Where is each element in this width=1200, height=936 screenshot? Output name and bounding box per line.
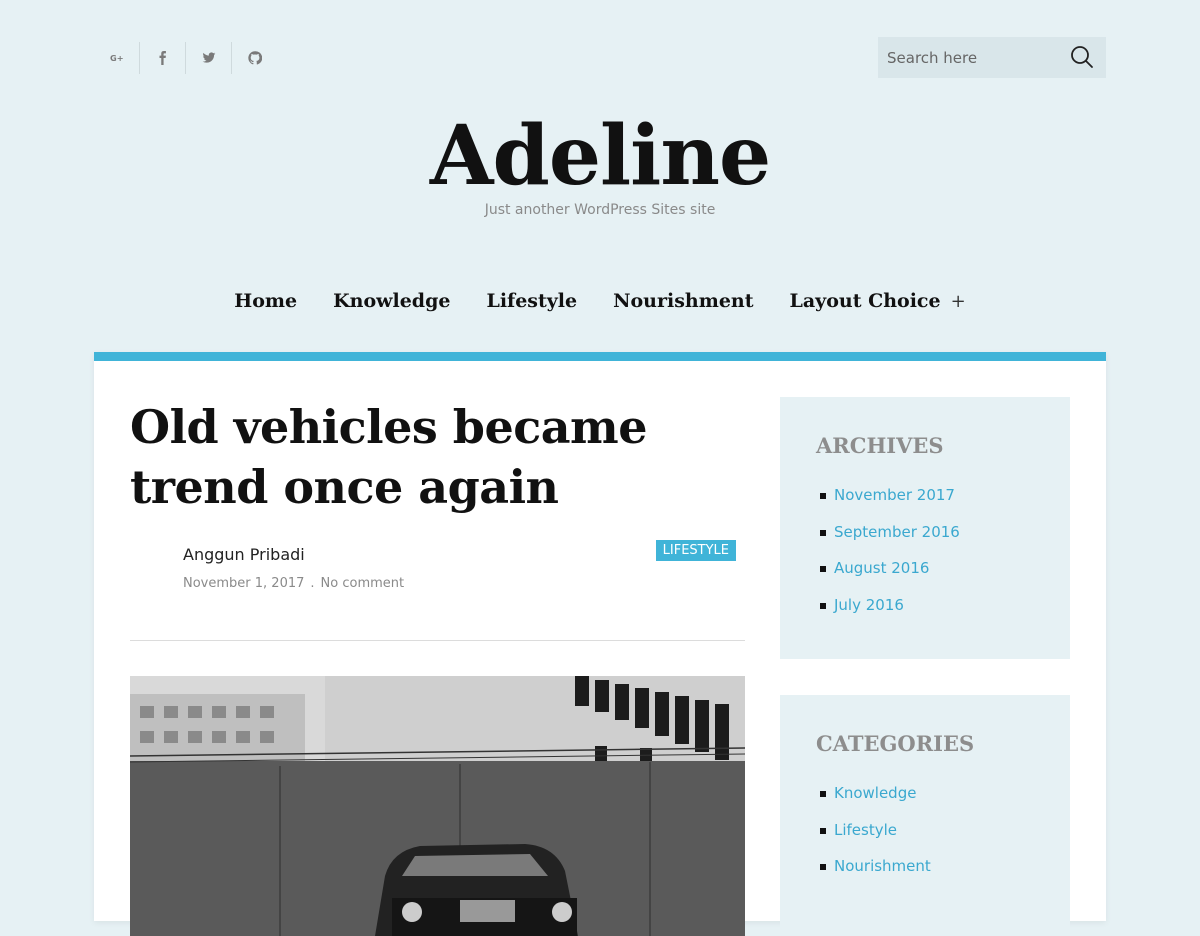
site-branding: Adeline Just another WordPress Sites sit… [0,108,1200,218]
category-link[interactable]: Knowledge [820,784,1070,821]
search-box [878,36,1106,79]
archive-link[interactable]: November 2017 [820,486,1070,523]
bullet-icon [820,566,826,572]
archive-link[interactable]: August 2016 [820,559,1070,596]
category-label: Lifestyle [834,820,898,839]
twitter-icon[interactable] [186,42,232,74]
nav-label: Lifestyle [486,290,578,312]
archive-label: November 2017 [834,486,955,504]
meta-separator: . [310,576,315,591]
facebook-icon[interactable] [140,42,186,74]
post-author[interactable]: Anggun Pribadi [183,545,305,564]
post-comments[interactable]: No comment [321,576,405,591]
archive-label: September 2016 [834,522,960,541]
archive-link[interactable]: September 2016 [820,523,1070,560]
bullet-icon [820,864,826,870]
categories-title: CATEGORIES [816,731,975,756]
bullet-icon [820,493,826,499]
nav-label: Nourishment [613,290,754,312]
post-meta: Anggun Pribadi November 1, 2017. No comme… [130,540,745,641]
bullet-icon [820,791,826,797]
post-featured-image[interactable] [130,676,745,936]
github-icon[interactable] [232,42,277,74]
post-meta-line: November 1, 2017. No comment [183,576,404,591]
archives-widget: ARCHIVES November 2017 September 2016 Au… [780,397,1070,659]
nav-label: Home [234,290,298,312]
bullet-icon [820,529,826,536]
archive-link[interactable]: July 2016 [820,596,1070,633]
nav-item-knowledge[interactable]: Knowledge [333,290,450,312]
post: Old vehicles became trend once again Ang… [130,397,745,936]
google-plus-icon[interactable]: G+ [94,42,140,74]
categories-widget: CATEGORIES Knowledge Lifestyle Nourishme… [780,695,1070,935]
search-input[interactable] [878,36,1064,79]
site-title[interactable]: Adeline [0,108,1200,204]
search-icon[interactable] [1070,45,1094,69]
nav-item-lifestyle[interactable]: Lifestyle [486,290,577,312]
nav-label: Knowledge [333,290,451,312]
category-label: Nourishment [834,857,931,875]
archive-label: August 2016 [834,559,930,577]
site-tagline: Just another WordPress Sites site [484,202,716,218]
content-card: Old vehicles became trend once again Ang… [94,352,1106,936]
svg-text:G+: G+ [110,53,124,63]
bullet-icon [820,827,826,834]
nav-item-nourishment[interactable]: Nourishment [613,290,753,312]
category-label: Knowledge [834,784,917,802]
main-navigation: Home Knowledge Lifestyle Nourishment Lay… [0,290,1200,312]
nav-label: Layout Choice [789,290,941,312]
bullet-icon [820,602,826,609]
submenu-plus-icon[interactable]: + [951,291,966,312]
category-badge[interactable]: LIFESTYLE [655,540,736,561]
social-links: G+ [94,42,277,74]
category-link[interactable]: Nourishment [820,857,1070,894]
nav-item-layout-choice[interactable]: Layout Choice + [790,290,966,312]
category-link[interactable]: Lifestyle [820,821,1070,858]
post-title[interactable]: Old vehicles became trend once again [130,397,745,517]
archive-label: July 2016 [834,595,904,614]
archives-title: ARCHIVES [816,433,944,458]
post-date[interactable]: November 1, 2017 [183,576,304,591]
nav-item-home[interactable]: Home [234,290,297,312]
